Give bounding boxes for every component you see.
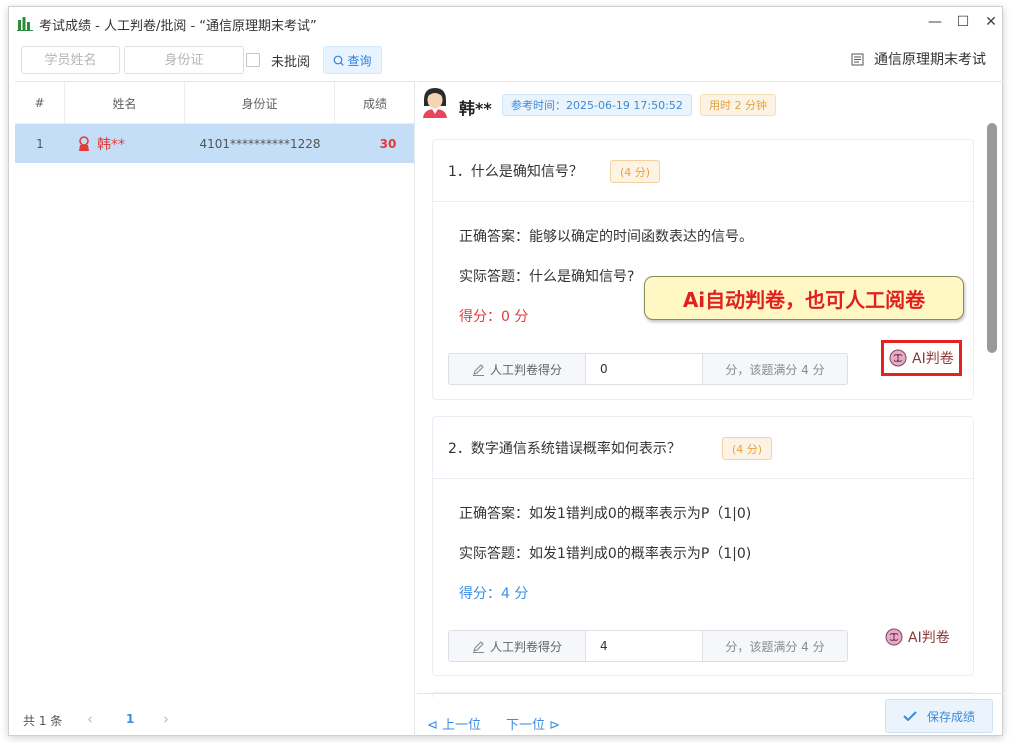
student-name: 韩** xyxy=(459,99,492,118)
save-score-button[interactable]: 保存成绩 xyxy=(885,699,993,733)
correct-answer: 正确答案：能够以确定的时间函数表达的信号。 xyxy=(459,229,753,245)
question-score: 得分：4 分 xyxy=(459,586,529,602)
pagination: 共 1 条 ‹ 1 › xyxy=(15,705,414,737)
ai-grade-label: AI判卷 xyxy=(912,351,954,367)
exam-time-tag: 参考时间：2025-06-19 17:50:52 xyxy=(502,94,692,116)
query-label: 查询 xyxy=(347,53,372,68)
question-title: 1．什么是确知信号？ xyxy=(448,164,583,180)
brain-icon xyxy=(885,628,903,646)
question-score: 得分：0 分 xyxy=(459,309,529,325)
checkmark-icon xyxy=(903,711,917,722)
exam-title: 通信原理期末考试 xyxy=(874,52,986,68)
total-count: 共 1 条 xyxy=(23,714,63,728)
column-header-id: 身份证 xyxy=(185,82,335,124)
maximize-button[interactable]: ☐ xyxy=(949,11,977,33)
close-button[interactable]: ✕ xyxy=(977,11,1005,33)
manual-grade-label: 人工判卷得分 xyxy=(449,354,586,384)
manual-grade-input[interactable]: 0 xyxy=(586,354,703,384)
pen-icon xyxy=(472,640,484,653)
manual-grade-text: 人工判卷得分 xyxy=(489,639,562,654)
actual-answer: 实际答题：什么是确知信号? xyxy=(459,269,635,285)
student-list-panel: # 姓名 身份证 成绩 1 韩** 4101**********1228 30 … xyxy=(15,81,415,737)
student-avatar-icon xyxy=(423,88,447,118)
unreviewed-checkbox[interactable] xyxy=(246,53,260,67)
manual-grade-group: 人工判卷得分 4 分，该题满分 4 分 xyxy=(448,630,848,662)
actual-answer: 实际答题：如发1错判成0的概率表示为P（1|0) xyxy=(459,546,752,562)
female-user-icon xyxy=(79,135,89,151)
ai-grade-button-2[interactable]: AI判卷 xyxy=(885,627,950,647)
scrollbar-thumb[interactable] xyxy=(987,123,997,353)
row-name: 韩** xyxy=(97,136,125,153)
prev-student-link[interactable]: ⊲ 上一位 xyxy=(427,714,481,733)
student-name-input[interactable] xyxy=(21,46,120,74)
next-arrow-icon: ⊳ xyxy=(549,718,561,733)
exam-title-group: 通信原理期末考试 xyxy=(851,49,986,69)
app-window: 考试成绩 - 人工判卷/批阅 - “通信原理期末考试” — ☐ ✕ 未批阅 查询… xyxy=(8,6,1003,737)
next-page-button[interactable]: › xyxy=(163,710,169,728)
ai-grade-label: AI判卷 xyxy=(908,630,950,646)
brain-icon xyxy=(889,349,907,367)
duration-tag: 用时 2 分钟 xyxy=(700,94,776,116)
bar-chart-icon xyxy=(17,17,33,31)
prev-student-label: 上一位 xyxy=(442,718,482,733)
window-title: 考试成绩 - 人工判卷/批阅 - “通信原理期末考试” xyxy=(39,19,317,34)
column-header-score: 成绩 xyxy=(362,96,387,111)
full-score-hint: 分，该题满分 4 分 xyxy=(703,354,847,384)
save-label: 保存成绩 xyxy=(926,709,975,724)
document-icon xyxy=(851,53,864,65)
column-header-name: 姓名 xyxy=(65,82,185,124)
manual-grade-text: 人工判卷得分 xyxy=(489,362,562,377)
question-header: 1．什么是确知信号？ (4 分) xyxy=(433,140,973,202)
manual-grade-input[interactable]: 4 xyxy=(586,631,703,661)
question-title: 2．数字通信系统错误概率如何表示？ xyxy=(448,441,681,457)
scrollbar[interactable] xyxy=(987,97,999,697)
question-points-tag: (4 分) xyxy=(610,160,661,183)
title-bar: 考试成绩 - 人工判卷/批阅 - “通信原理期末考试” — ☐ ✕ xyxy=(9,7,1002,39)
review-footer: ⊲ 上一位 下一位 ⊳ 保存成绩 xyxy=(417,693,1003,737)
pen-icon xyxy=(472,363,484,376)
toolbar: 未批阅 查询 通信原理期末考试 xyxy=(9,43,1002,77)
page-number[interactable]: 1 xyxy=(126,712,134,726)
next-student-link[interactable]: 下一位 ⊳ xyxy=(506,714,560,733)
table-header: # 姓名 身份证 成绩 xyxy=(15,82,414,124)
row-index: 1 xyxy=(36,136,44,151)
manual-grade-label: 人工判卷得分 xyxy=(449,631,586,661)
unreviewed-label: 未批阅 xyxy=(271,55,311,70)
next-student-label: 下一位 xyxy=(506,718,546,733)
table-row[interactable]: 1 韩** 4101**********1228 30 xyxy=(15,124,414,163)
annotation-callout: Ai自动判卷，也可人工阅卷 xyxy=(644,276,964,320)
prev-page-button[interactable]: ‹ xyxy=(87,710,93,728)
manual-grade-group: 人工判卷得分 0 分，该题满分 4 分 xyxy=(448,353,848,385)
student-header: 韩** 参考时间：2025-06-19 17:50:52 用时 2 分钟 xyxy=(417,82,1003,126)
full-score-hint: 分，该题满分 4 分 xyxy=(703,631,847,661)
query-button[interactable]: 查询 xyxy=(323,46,382,74)
row-name-cell: 韩** xyxy=(77,124,157,163)
column-header-index: # xyxy=(15,82,65,124)
minimize-button[interactable]: — xyxy=(921,11,949,33)
review-panel: 韩** 参考时间：2025-06-19 17:50:52 用时 2 分钟 1．什… xyxy=(417,81,1003,737)
id-card-input[interactable] xyxy=(124,46,244,74)
ai-grade-button-1[interactable]: AI判卷 xyxy=(881,340,962,376)
question-points-tag: (4 分) xyxy=(722,437,773,460)
search-icon xyxy=(334,55,345,66)
row-id: 4101**********1228 xyxy=(199,136,321,151)
correct-answer: 正确答案：如发1错判成0的概率表示为P（1|0) xyxy=(459,506,752,522)
question-header: 2．数字通信系统错误概率如何表示？ (4 分) xyxy=(433,417,973,479)
prev-arrow-icon: ⊲ xyxy=(427,718,438,733)
